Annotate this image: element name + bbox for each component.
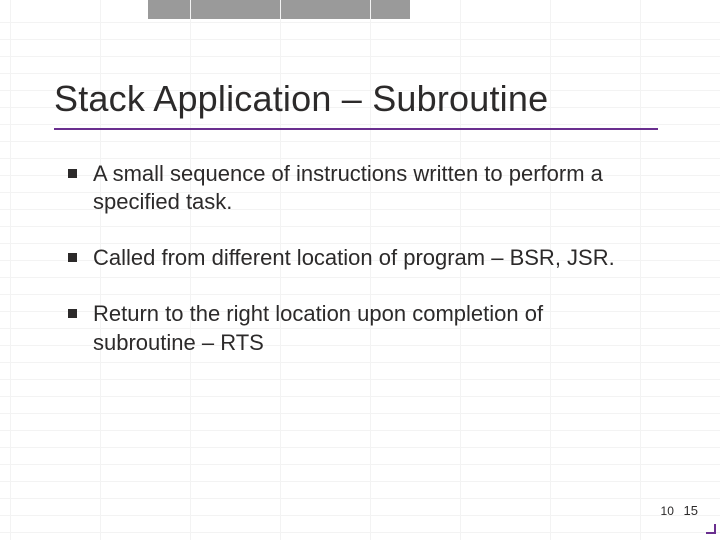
bullet-square-icon	[68, 309, 77, 318]
corner-accent-icon	[706, 524, 716, 534]
page-numbers: 10 15	[661, 503, 698, 518]
bullet-item: Called from different location of progra…	[68, 244, 638, 272]
bullet-text: A small sequence of instructions written…	[93, 160, 638, 216]
top-gray-bar	[148, 0, 410, 19]
slide-title: Stack Application – Subroutine	[54, 78, 680, 126]
page-number-inner: 10	[661, 504, 674, 518]
body-content: A small sequence of instructions written…	[68, 160, 638, 385]
bullet-square-icon	[68, 253, 77, 262]
bullet-text: Called from different location of progra…	[93, 244, 615, 272]
bullet-item: A small sequence of instructions written…	[68, 160, 638, 216]
bullet-square-icon	[68, 169, 77, 178]
bullet-item: Return to the right location upon comple…	[68, 300, 638, 356]
slide: Stack Application – Subroutine A small s…	[0, 0, 720, 540]
title-block: Stack Application – Subroutine	[54, 78, 680, 130]
bullet-text: Return to the right location upon comple…	[93, 300, 638, 356]
title-underline	[54, 128, 658, 130]
page-number-outer: 15	[684, 503, 698, 518]
